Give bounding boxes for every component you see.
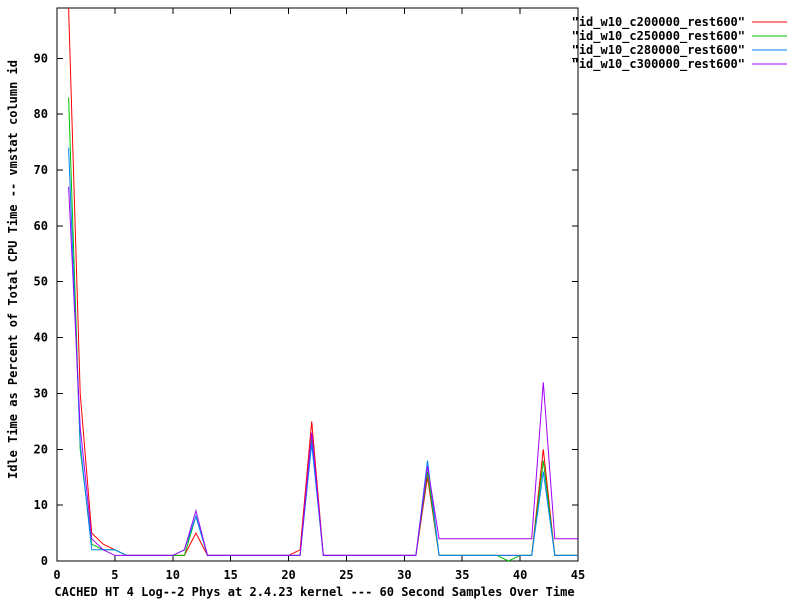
y-tick-label: 50 — [34, 275, 48, 289]
series-line-2 — [68, 147, 578, 556]
x-tick-label: 10 — [166, 568, 180, 582]
x-tick-label: 15 — [223, 568, 237, 582]
axes — [56, 7, 579, 562]
y-tick-label: 20 — [34, 442, 48, 456]
axis-ticks: 0 5 10 15 20 25 30 35 40 45 0 10 20 30 40 50 60 70 80 90 — [34, 8, 585, 582]
x-tick-label: 20 — [281, 568, 295, 582]
y-axis-label: Idle Time as Percent of Total CPU Time -… — [6, 60, 20, 479]
x-tick-label: 5 — [111, 568, 118, 582]
legend-label: "id_w10_c200000_rest600" — [572, 15, 745, 30]
x-tick-label: 40 — [513, 568, 527, 582]
series-line-0 — [68, 7, 578, 556]
line-chart: 0 5 10 15 20 25 30 35 40 45 0 10 20 30 40 50 60 70 80 90 "i… — [0, 0, 800, 600]
series-lines — [68, 7, 578, 562]
y-tick-label: 60 — [34, 219, 48, 233]
legend-label: "id_w10_c250000_rest600" — [572, 29, 745, 44]
x-axis-label: CACHED HT 4 Log--2 Phys at 2.4.23 kernel… — [54, 585, 574, 599]
plot-frame — [56, 7, 579, 562]
x-tick-label: 25 — [339, 568, 353, 582]
y-tick-label: 80 — [34, 107, 48, 121]
y-tick-label: 10 — [34, 498, 48, 512]
series-line-1 — [68, 97, 578, 562]
legend: "id_w10_c200000_rest600""id_w10_c250000_… — [572, 15, 787, 72]
x-tick-label: 0 — [53, 568, 60, 582]
x-tick-label: 30 — [397, 568, 411, 582]
y-tick-label: 0 — [41, 554, 48, 568]
y-tick-label: 40 — [34, 331, 48, 345]
chart-svg: 0 5 10 15 20 25 30 35 40 45 0 10 20 30 40 50 60 70 80 90 "i… — [6, 7, 787, 599]
y-tick-label: 30 — [34, 386, 48, 400]
series-line-3 — [68, 186, 578, 556]
x-tick-label: 35 — [455, 568, 469, 582]
x-tick-label: 45 — [571, 568, 585, 582]
legend-label: "id_w10_c300000_rest600" — [572, 57, 745, 72]
y-tick-label: 90 — [34, 51, 48, 65]
y-tick-label: 70 — [34, 163, 48, 177]
legend-label: "id_w10_c280000_rest600" — [572, 43, 745, 58]
